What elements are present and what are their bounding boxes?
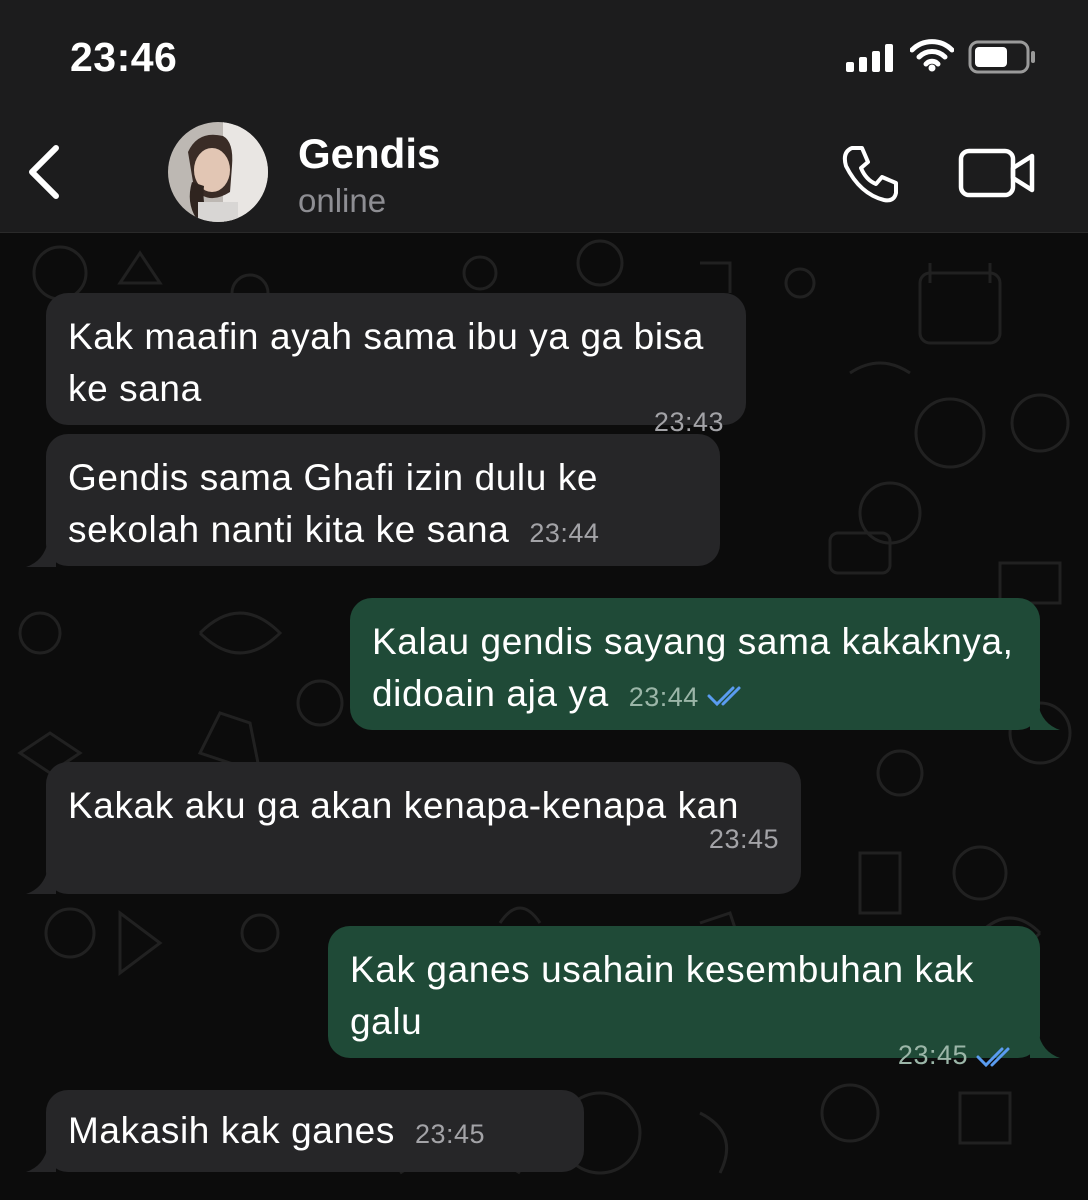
status-time: 23:46 [70, 34, 178, 80]
message-meta: 23:45 [350, 1040, 1018, 1070]
read-ticks-icon [707, 686, 741, 707]
bubble-tail [26, 868, 56, 894]
message-incoming[interactable]: Kakak aku ga akan kenapa-kenapa kan 23:4… [46, 762, 801, 894]
message-time: 23:45 [897, 1040, 968, 1070]
signal-icon [846, 44, 893, 72]
read-ticks-icon [976, 1047, 1010, 1067]
wifi-icon [910, 39, 954, 72]
message-incoming[interactable]: Kak maafin ayah sama ibu ya ga bisa ke s… [46, 293, 746, 437]
message-time: 23:44 [529, 518, 600, 548]
message-text: Kak maafin ayah sama ibu ya ga bisa ke s… [68, 316, 704, 409]
phone-icon[interactable] [838, 142, 902, 206]
bubble-tail [26, 1146, 56, 1172]
message-text: Kak ganes usahain kesembuhan kak galu [350, 949, 974, 1042]
chat-header: Gendis online [0, 118, 1088, 233]
message-time: 23:45 [708, 824, 779, 854]
status-bar: 23:46 [0, 0, 1088, 118]
message-text: Makasih kak ganes [68, 1110, 395, 1151]
bubble-tail [1030, 1032, 1060, 1058]
message-incoming[interactable]: Gendis sama Ghafi izin dulu ke sekolah n… [46, 434, 720, 566]
bubble-tail [1030, 704, 1060, 730]
message-time: 23:45 [414, 1119, 486, 1149]
contact-avatar[interactable] [168, 122, 268, 222]
chat-area[interactable]: Kak maafin ayah sama ibu ya ga bisa ke s… [0, 233, 1088, 1200]
back-chevron-icon[interactable] [22, 140, 66, 204]
bubble-tail [26, 541, 56, 567]
message-time: 23:43 [653, 407, 724, 437]
video-camera-icon[interactable] [958, 148, 1038, 200]
message-outgoing[interactable]: Kak ganes usahain kesembuhan kak galu 23… [328, 926, 1040, 1070]
message-incoming[interactable]: Makasih kak ganes 23:45 [46, 1090, 584, 1172]
message-text: Kakak aku ga akan kenapa-kenapa kan [68, 785, 740, 826]
contact-status: online [298, 182, 387, 219]
battery-icon [968, 40, 1035, 74]
message-time: 23:44 [628, 682, 699, 712]
contact-name[interactable]: Gendis [298, 130, 440, 178]
message-outgoing[interactable]: Kalau gendis sayang sama kakaknya, didoa… [350, 598, 1040, 730]
message-text: Gendis sama Ghafi izin dulu ke sekolah n… [68, 457, 599, 550]
